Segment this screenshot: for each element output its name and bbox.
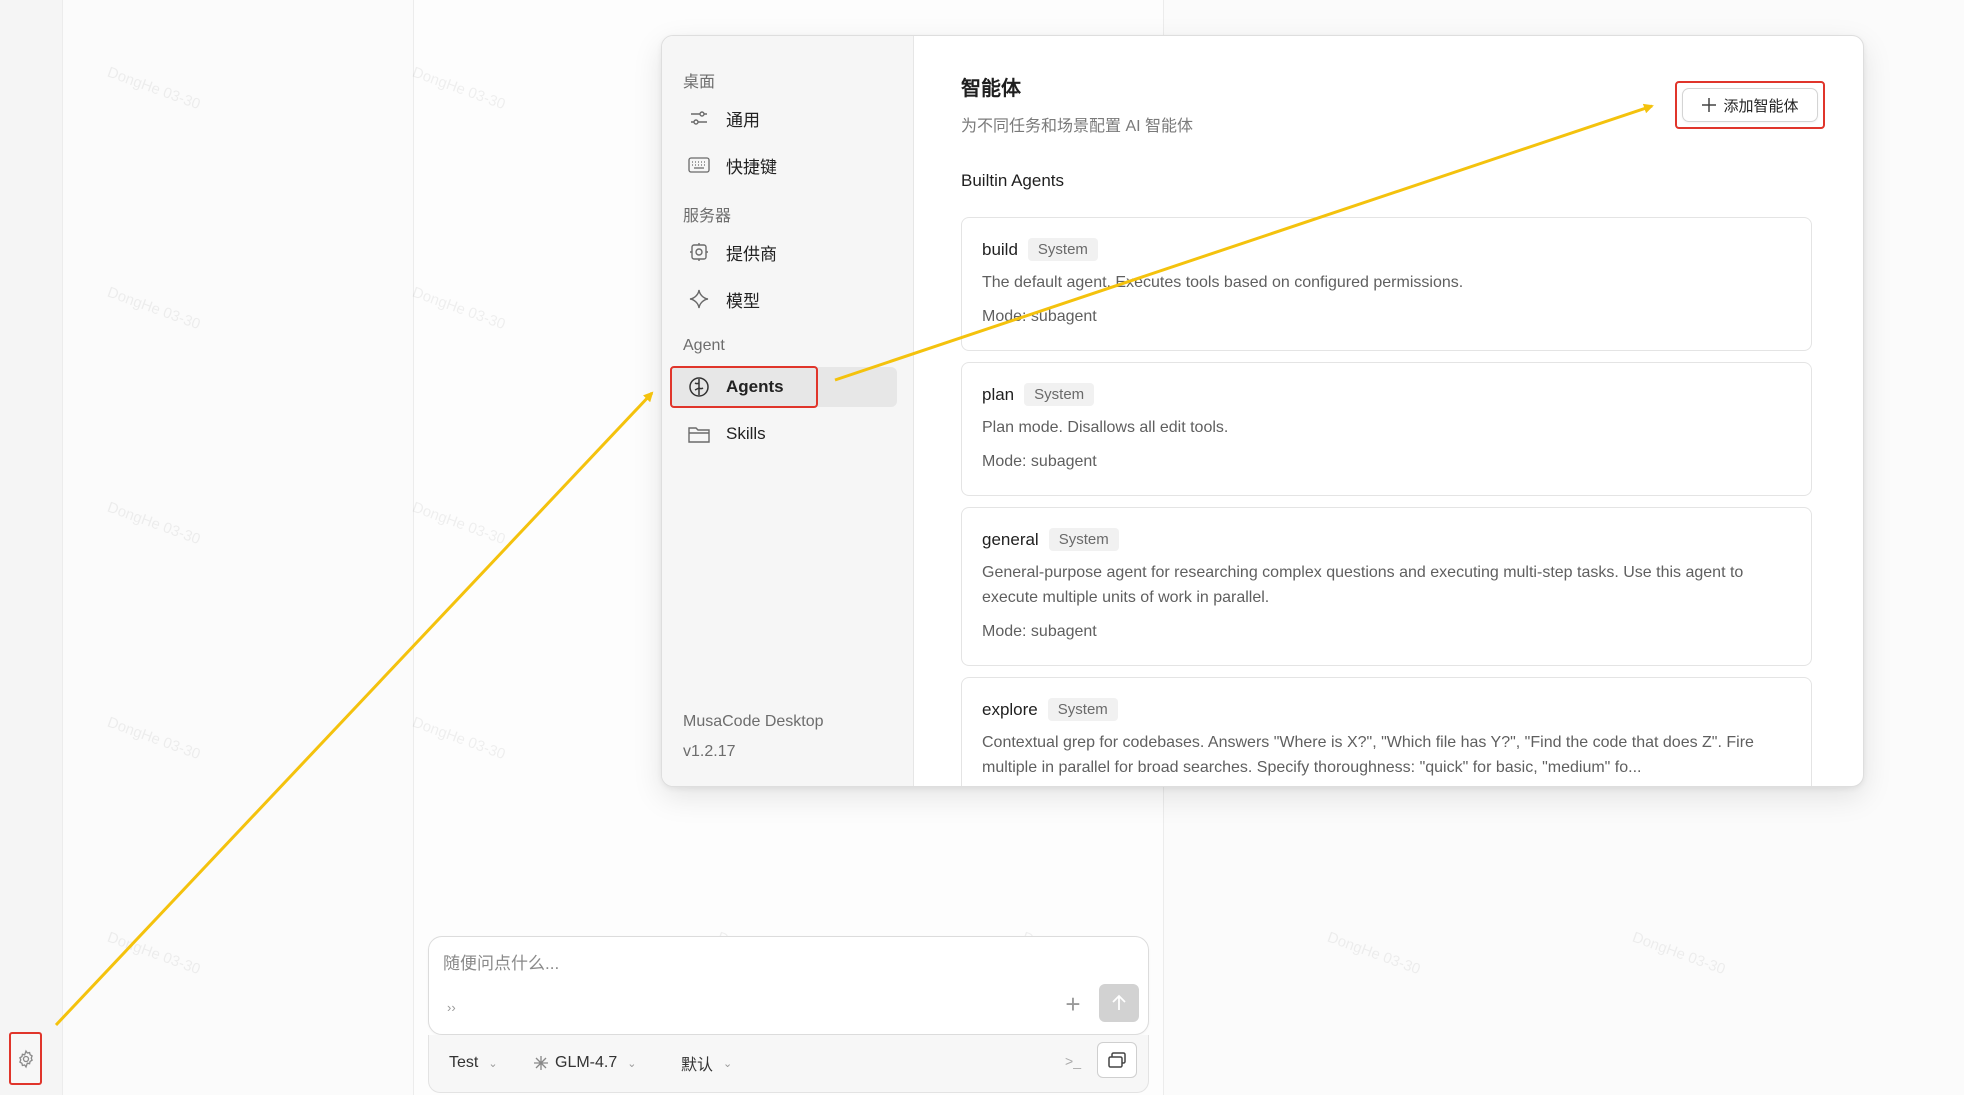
section-title: Builtin Agents <box>961 171 1065 190</box>
sidebar-item-label: 模型 <box>726 291 760 311</box>
agent-mode: Mode: subagent <box>982 623 1097 640</box>
watermark: DongHe 03-30 <box>1325 928 1423 979</box>
app-name: MusaCode Desktop <box>683 713 824 730</box>
agent-mode: Mode: subagent <box>982 308 1097 325</box>
chat-composer: ›› + <box>428 936 1149 1035</box>
plus-icon <box>1702 98 1717 112</box>
arrow-up-icon <box>1112 994 1126 1010</box>
agent-name: explore <box>982 699 1038 719</box>
sliders-icon <box>687 106 711 130</box>
folder-icon <box>687 422 711 446</box>
chevron-down-icon: ⌄ <box>627 1057 637 1070</box>
settings-dialog: 桌面 通用 快捷键 服务器 提供商 模型 Agent Agents Skills… <box>661 35 1864 787</box>
sidebar-item-label: Skills <box>726 424 766 443</box>
settings-content: 智能体 为不同任务和场景配置 AI 智能体 添加智能体 Builtin Agen… <box>915 36 1863 786</box>
add-agent-button-label: 添加智能体 <box>1723 97 1799 115</box>
left-rail <box>0 0 63 1095</box>
model-selector-label: GLM-4.7 <box>555 1054 618 1071</box>
sidebar-item-general[interactable]: 通用 <box>670 98 897 138</box>
agent-mode: Mode: subagent <box>982 453 1097 470</box>
agent-selector[interactable]: Test ⌄ <box>449 1049 498 1077</box>
chevron-down-icon: ⌄ <box>488 1057 498 1070</box>
window-icon <box>1108 1052 1126 1068</box>
sparkle-icon <box>534 1056 548 1070</box>
sidebar-item-label: 快捷键 <box>726 157 777 177</box>
watermark: DongHe 03-30 <box>105 498 203 549</box>
nav-group-title-desktop: 桌面 <box>683 74 716 91</box>
watermark: DongHe 03-30 <box>105 928 203 979</box>
agent-header: plan System <box>982 383 1095 406</box>
agent-badge: System <box>1047 698 1118 721</box>
page-title: 智能体 <box>961 78 1021 100</box>
agent-name: general <box>982 529 1039 549</box>
agent-name: plan <box>982 384 1015 404</box>
agent-description: The default agent. Executes tools based … <box>982 274 1464 291</box>
composer-toolbar: Test ⌄ GLM-4.7 ⌄ 默认 ⌄ >_ <box>428 1035 1149 1093</box>
nav-group-title-server: 服务器 <box>683 208 732 225</box>
agent-name: build <box>982 239 1018 259</box>
agent-description: Plan mode. Disallows all edit tools. <box>982 419 1229 436</box>
sidebar-item-providers[interactable]: 提供商 <box>670 232 897 272</box>
sidebar-item-label: 通用 <box>726 110 760 130</box>
nav-group-title-agent: Agent <box>683 337 725 354</box>
variant-selector[interactable]: 默认 ⌄ <box>681 1049 732 1077</box>
agent-card-explore[interactable]: explore System Contextual grep for codeb… <box>961 677 1812 786</box>
page-subtitle: 为不同任务和场景配置 AI 智能体 <box>961 118 1194 135</box>
agent-badge: System <box>1048 528 1119 551</box>
agent-header: explore System <box>982 698 1118 721</box>
settings-sidebar: 桌面 通用 快捷键 服务器 提供商 模型 Agent Agents Skills… <box>662 36 914 786</box>
sidebar-item-label: 提供商 <box>726 244 777 264</box>
model-selector[interactable]: GLM-4.7 ⌄ <box>533 1049 636 1077</box>
keyboard-icon <box>687 153 711 177</box>
watermark: DongHe 03-30 <box>105 283 203 334</box>
attach-button[interactable]: + <box>1061 991 1085 1017</box>
variant-selector-label: 默认 <box>681 1057 714 1074</box>
sparkle-icon <box>687 287 711 311</box>
chat-input[interactable] <box>443 951 1003 977</box>
sidebar-item-skills[interactable]: Skills <box>670 414 897 454</box>
agent-description: Contextual grep for codebases. Answers "… <box>982 734 1754 776</box>
chevron-down-icon: ⌄ <box>723 1057 733 1070</box>
settings-button[interactable] <box>9 1032 42 1085</box>
agent-card-build[interactable]: build System The default agent. Executes… <box>961 217 1812 351</box>
watermark: DongHe 03-30 <box>105 63 203 114</box>
watermark: DongHe 03-30 <box>1630 928 1728 979</box>
add-agent-button[interactable]: 添加智能体 <box>1682 88 1818 122</box>
agent-header: build System <box>982 238 1098 261</box>
sidebar-item-models[interactable]: 模型 <box>670 279 897 319</box>
sidebar-item-shortcuts[interactable]: 快捷键 <box>670 145 897 185</box>
agent-badge: System <box>1027 238 1098 261</box>
highlight-box-agents <box>670 366 818 408</box>
provider-icon <box>687 240 711 264</box>
send-button[interactable] <box>1099 984 1139 1022</box>
window-toggle-button[interactable] <box>1097 1042 1137 1078</box>
terminal-icon: >_ <box>1065 1053 1081 1069</box>
agent-selector-label: Test <box>449 1054 479 1071</box>
agent-card-general[interactable]: general System General-purpose agent for… <box>961 507 1812 666</box>
terminal-button[interactable]: >_ <box>1053 1044 1093 1078</box>
mode-chevron-icon[interactable]: ›› <box>447 1000 456 1015</box>
app-version: v1.2.17 <box>683 743 736 760</box>
gear-icon <box>18 1049 33 1068</box>
agent-header: general System <box>982 528 1119 551</box>
agent-badge: System <box>1024 383 1095 406</box>
watermark: DongHe 03-30 <box>105 713 203 764</box>
highlight-box-add-agent: 添加智能体 <box>1675 81 1825 129</box>
agent-description: General-purpose agent for researching co… <box>982 564 1744 606</box>
agent-card-plan[interactable]: plan System Plan mode. Disallows all edi… <box>961 362 1812 496</box>
